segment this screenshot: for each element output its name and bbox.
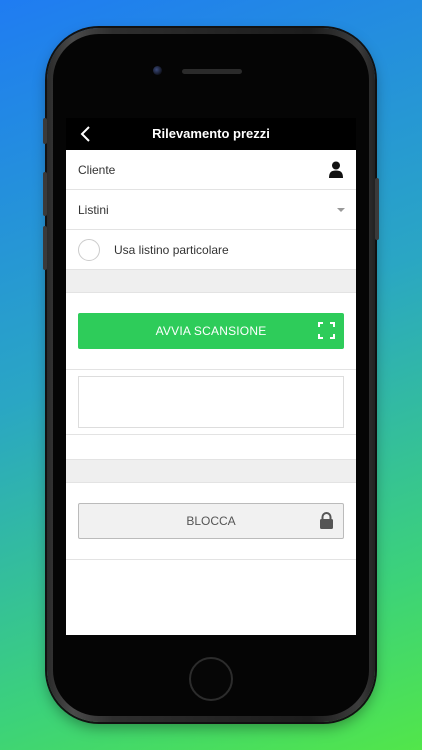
home-button[interactable] — [189, 657, 233, 701]
lock-icon — [320, 512, 333, 529]
side-button-volume-down — [43, 226, 47, 270]
usa-listino-radio[interactable] — [78, 238, 100, 261]
user-icon[interactable] — [328, 161, 344, 178]
spacer — [66, 435, 356, 460]
listini-label: Listini — [78, 202, 109, 217]
block-section: BLOCCA — [66, 503, 356, 560]
blocca-button[interactable]: BLOCCA — [78, 503, 344, 539]
scan-section: AVVIA SCANSIONE — [66, 313, 356, 370]
page-title: Rilevamento prezzi — [152, 126, 270, 141]
blocca-label: BLOCCA — [186, 514, 236, 528]
result-section — [66, 376, 356, 435]
scan-frame-icon — [318, 322, 335, 339]
side-button-mute — [43, 118, 47, 144]
app-screen: Rilevamento prezzi Cliente Listini Usa l… — [66, 118, 356, 635]
side-button-volume-up — [43, 172, 47, 216]
earpiece-speaker — [182, 69, 242, 74]
side-button-power — [375, 178, 379, 240]
top-bar: Rilevamento prezzi — [66, 118, 356, 150]
section-divider — [66, 270, 356, 293]
avvia-scansione-button[interactable]: AVVIA SCANSIONE — [78, 313, 344, 349]
avvia-scansione-label: AVVIA SCANSIONE — [155, 324, 267, 338]
listini-select[interactable]: Listini — [66, 190, 356, 230]
cliente-label: Cliente — [78, 162, 116, 177]
cliente-field[interactable]: Cliente — [66, 150, 356, 190]
usa-listino-label: Usa listino particolare — [114, 242, 229, 257]
front-camera — [153, 66, 162, 75]
caret-down-icon — [337, 208, 345, 212]
result-textbox[interactable] — [78, 376, 344, 428]
usa-listino-row[interactable]: Usa listino particolare — [66, 230, 356, 270]
section-divider-2 — [66, 460, 356, 483]
